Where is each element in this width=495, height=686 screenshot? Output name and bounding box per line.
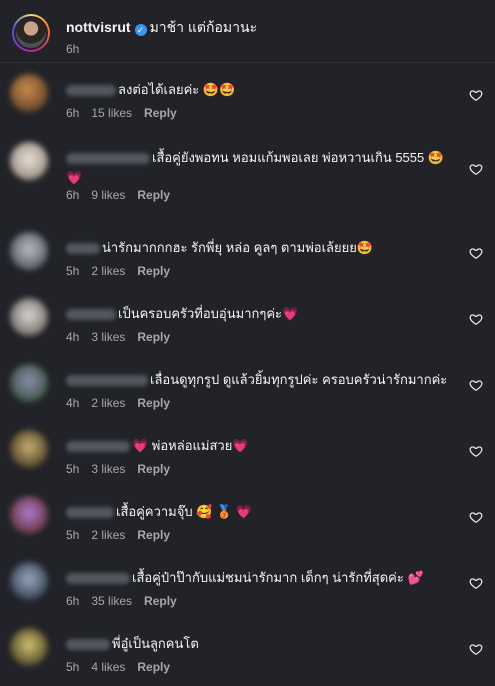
comment-time: 6h xyxy=(66,594,80,608)
reply-button[interactable]: Reply xyxy=(137,528,170,542)
comment-text: เสื้อคู่ป๋าป๊ากับแม่ชมน่ารักมาก เด็กๆ น่… xyxy=(132,570,424,585)
commenter-username[interactable] xyxy=(66,153,150,165)
comment-item: เลื่อนดูทุกรูป ดูแล้วยิ้มทุกรูปค่ะ ครอบค… xyxy=(0,356,495,422)
comment-text: พี่อู๋เป็นลูกคนโต xyxy=(112,636,199,651)
commenter-avatar[interactable] xyxy=(10,142,48,180)
reply-button[interactable]: Reply xyxy=(137,330,170,344)
comment-time: 4h xyxy=(66,330,80,344)
reply-button[interactable]: Reply xyxy=(137,660,170,674)
verified-badge-icon: ✓ xyxy=(134,24,147,36)
comment-text: ลงต่อได้เลยค่ะ 🤩🤩 xyxy=(118,82,236,97)
comment-time: 6h xyxy=(66,188,80,202)
comment-item: เสื้อคู่ความจุ๊บ 🥰 🥉 💗 5h 2 likes Reply xyxy=(0,488,495,554)
comment-likes[interactable]: 9 likes xyxy=(91,188,125,202)
commenter-username[interactable] xyxy=(66,243,100,255)
heart-outline-icon[interactable] xyxy=(469,444,483,458)
caption-line: nottvisrut ✓ มาช้า แต่ก้อมานะ xyxy=(66,17,257,39)
reply-button[interactable]: Reply xyxy=(137,188,170,202)
commenter-avatar[interactable] xyxy=(10,628,48,666)
comment-likes[interactable]: 4 likes xyxy=(91,660,125,674)
comment-likes[interactable]: 35 likes xyxy=(91,594,132,608)
author-photo xyxy=(16,18,46,48)
commenter-username[interactable] xyxy=(66,573,130,585)
comment-item: 💗 พ่อหล่อแม่สวย💗 5h 3 likes Reply xyxy=(0,422,495,488)
heart-outline-icon[interactable] xyxy=(469,378,483,392)
commenter-avatar[interactable] xyxy=(10,298,48,336)
commenter-avatar[interactable] xyxy=(10,430,48,468)
comment-text: เลื่อนดูทุกรูป ดูแล้วยิ้มทุกรูปค่ะ ครอบค… xyxy=(150,372,448,387)
commenter-username[interactable] xyxy=(66,375,148,387)
commenter-username[interactable] xyxy=(66,85,116,97)
comment-likes[interactable]: 2 likes xyxy=(91,528,125,542)
comment-likes[interactable]: 2 likes xyxy=(91,396,125,410)
heart-outline-icon[interactable] xyxy=(469,246,483,260)
comment-item: เป็นครอบครัวที่อบอุ่นมากๆค่ะ💗 4h 3 likes R… xyxy=(0,290,495,356)
commenter-avatar[interactable] xyxy=(10,364,48,402)
commenter-avatar[interactable] xyxy=(10,562,48,600)
caption-time: 6h xyxy=(66,42,80,56)
comment-time: 5h xyxy=(66,462,80,476)
reply-button[interactable]: Reply xyxy=(137,462,170,476)
comment-likes[interactable]: 15 likes xyxy=(91,106,132,120)
commenter-username[interactable] xyxy=(66,639,110,651)
comment-time: 5h xyxy=(66,264,80,278)
comment-item: น่ารักมากกกฮะ รักพี่ยุ หล่อ คูลๆ ตามพ่อเ… xyxy=(0,224,495,290)
commenter-username[interactable] xyxy=(66,441,130,453)
reply-button[interactable]: Reply xyxy=(137,264,170,278)
comment-time: 6h xyxy=(66,106,80,120)
comment-likes[interactable]: 3 likes xyxy=(91,330,125,344)
heart-outline-icon[interactable] xyxy=(469,510,483,524)
comment-text: น่ารักมากกกฮะ รักพี่ยุ หล่อ คูลๆ ตามพ่อเ… xyxy=(102,240,374,255)
reply-button[interactable]: Reply xyxy=(137,396,170,410)
comment-item: เสื้อคู่ป๋าป๊ากับแม่ชมน่ารักมาก เด็กๆ น่… xyxy=(0,554,495,620)
reply-button[interactable]: Reply xyxy=(144,106,177,120)
comment-text: 💗 พ่อหล่อแม่สวย💗 xyxy=(132,438,249,453)
heart-outline-icon[interactable] xyxy=(469,576,483,590)
comment-item: พี่อู๋เป็นลูกคนโต 5h 4 likes Reply xyxy=(0,620,495,686)
author-username[interactable]: nottvisrut xyxy=(66,19,131,35)
commenter-avatar[interactable] xyxy=(10,496,48,534)
comment-item: เสื้อคู่ยังพอทน หอมแก้มพอเลย พ่อหวานเกิน… xyxy=(0,134,495,202)
caption-text: มาช้า แต่ก้อมานะ xyxy=(149,19,258,35)
commenter-username[interactable] xyxy=(66,309,116,321)
commenter-avatar[interactable] xyxy=(10,74,48,112)
comment-item: ลงต่อได้เลยค่ะ 🤩🤩 6h 15 likes Reply xyxy=(0,66,495,132)
commenter-avatar[interactable] xyxy=(10,232,48,270)
heart-outline-icon[interactable] xyxy=(469,162,483,176)
comment-time: 5h xyxy=(66,660,80,674)
heart-outline-icon[interactable] xyxy=(469,642,483,656)
reply-button[interactable]: Reply xyxy=(144,594,177,608)
comment-time: 5h xyxy=(66,528,80,542)
comment-text: เป็นครอบครัวที่อบอุ่นมากๆค่ะ💗 xyxy=(118,306,299,321)
comment-time: 4h xyxy=(66,396,80,410)
post-caption: nottvisrut ✓ มาช้า แต่ก้อมานะ 6h xyxy=(0,0,495,63)
comment-text: เสื้อคู่ความจุ๊บ 🥰 🥉 💗 xyxy=(116,504,253,519)
commenter-username[interactable] xyxy=(66,507,114,519)
heart-outline-icon[interactable] xyxy=(469,88,483,102)
author-avatar[interactable] xyxy=(12,14,50,52)
comment-likes[interactable]: 2 likes xyxy=(91,264,125,278)
comment-likes[interactable]: 3 likes xyxy=(91,462,125,476)
heart-outline-icon[interactable] xyxy=(469,312,483,326)
